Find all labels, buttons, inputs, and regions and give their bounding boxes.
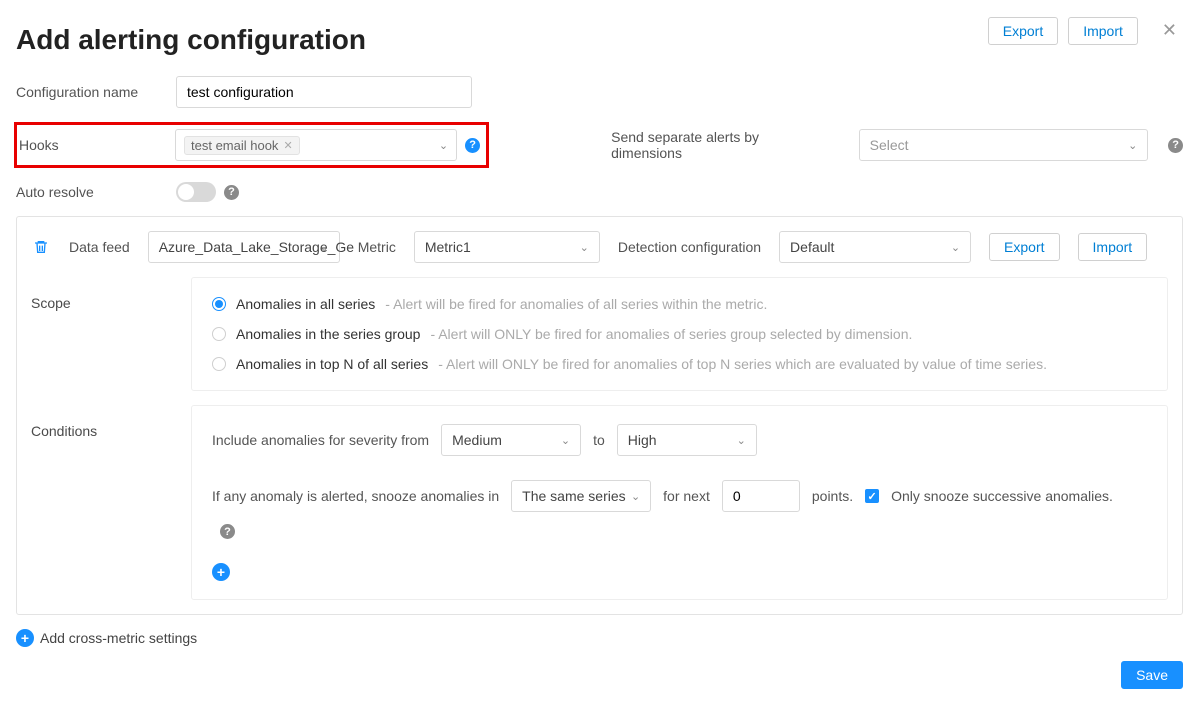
auto-resolve-toggle[interactable] (176, 182, 216, 202)
scope-option-all[interactable]: Anomalies in all series - Alert will be … (212, 296, 1147, 312)
snooze-scope-value: The same series (522, 488, 625, 504)
help-icon[interactable]: ? (220, 524, 235, 539)
chevron-down-icon: ⌄ (439, 139, 448, 152)
chevron-down-icon: ⌄ (320, 241, 329, 254)
feed-export-button[interactable]: Export (989, 233, 1059, 261)
dimensions-label: Send separate alerts by dimensions (611, 129, 828, 161)
chevron-down-icon: ⌄ (1128, 139, 1137, 152)
hooks-label: Hooks (17, 137, 175, 153)
hooks-field-highlight: Hooks test email hook ✕ ⌄ ? (14, 122, 489, 168)
scope-option-label: Anomalies in the series group (236, 326, 420, 342)
successive-checkbox[interactable]: ✓ (865, 489, 879, 503)
detection-config-select[interactable]: Default ⌄ (779, 231, 971, 263)
points-label: points. (812, 488, 853, 504)
radio-icon (212, 297, 226, 311)
close-icon[interactable]: ✕ (1156, 16, 1183, 45)
conditions-label: Conditions (31, 405, 191, 439)
help-icon[interactable]: ? (224, 185, 239, 200)
chevron-down-icon: ⌄ (631, 490, 640, 503)
add-cross-metric-label: Add cross-metric settings (40, 630, 197, 646)
snooze-points-input[interactable] (722, 480, 800, 512)
severity-from-value: Medium (452, 432, 502, 448)
severity-prefix: Include anomalies for severity from (212, 432, 429, 448)
snooze-scope-select[interactable]: The same series ⌄ (511, 480, 651, 512)
chevron-down-icon: ⌄ (580, 241, 589, 254)
scope-option-desc: - Alert will be fired for anomalies of a… (385, 296, 767, 312)
export-button[interactable]: Export (988, 17, 1058, 45)
chevron-down-icon: ⌄ (951, 241, 960, 254)
chevron-down-icon: ⌄ (561, 434, 570, 447)
scope-option-desc: - Alert will ONLY be fired for anomalies… (438, 356, 1047, 372)
metric-select[interactable]: Metric1 ⌄ (414, 231, 600, 263)
scope-option-topn[interactable]: Anomalies in top N of all series - Alert… (212, 356, 1147, 372)
data-feed-label: Data feed (69, 239, 130, 255)
dimensions-select[interactable]: Select ⌄ (859, 129, 1149, 161)
snooze-prefix: If any anomaly is alerted, snooze anomal… (212, 488, 499, 504)
import-button[interactable]: Import (1068, 17, 1138, 45)
dimensions-placeholder: Select (870, 137, 909, 153)
config-name-input[interactable] (176, 76, 472, 108)
severity-to-value: High (628, 432, 657, 448)
chevron-down-icon: ⌄ (737, 434, 746, 447)
radio-icon (212, 357, 226, 371)
hooks-multiselect[interactable]: test email hook ✕ ⌄ (175, 129, 457, 161)
scope-option-label: Anomalies in all series (236, 296, 375, 312)
hook-tag-label: test email hook (191, 138, 278, 153)
metric-value: Metric1 (425, 239, 471, 255)
scope-option-group[interactable]: Anomalies in the series group - Alert wi… (212, 326, 1147, 342)
page-title: Add alerting configuration (16, 24, 366, 56)
help-icon[interactable]: ? (1168, 138, 1183, 153)
detection-config-value: Default (790, 239, 834, 255)
config-name-label: Configuration name (16, 84, 176, 100)
scope-label: Scope (31, 277, 191, 311)
severity-to-select[interactable]: High ⌄ (617, 424, 757, 456)
save-button[interactable]: Save (1121, 661, 1183, 689)
radio-icon (212, 327, 226, 341)
config-panel: Data feed Azure_Data_Lake_Storage_Ge ⌄ M… (16, 216, 1183, 615)
to-label: to (593, 432, 605, 448)
detection-config-label: Detection configuration (618, 239, 761, 255)
help-icon[interactable]: ? (465, 138, 480, 153)
add-cross-metric-button[interactable]: + Add cross-metric settings (16, 629, 1183, 647)
hook-tag: test email hook ✕ (184, 136, 300, 155)
remove-hook-icon[interactable]: ✕ (283, 139, 292, 152)
successive-label: Only snooze successive anomalies. (891, 488, 1113, 504)
metric-label: Metric (358, 239, 396, 255)
scope-panel: Anomalies in all series - Alert will be … (191, 277, 1168, 391)
scope-option-desc: - Alert will ONLY be fired for anomalies… (430, 326, 912, 342)
auto-resolve-label: Auto resolve (16, 184, 176, 200)
scope-option-label: Anomalies in top N of all series (236, 356, 428, 372)
data-feed-select[interactable]: Azure_Data_Lake_Storage_Ge ⌄ (148, 231, 340, 263)
trash-icon[interactable] (31, 239, 51, 255)
feed-import-button[interactable]: Import (1078, 233, 1148, 261)
for-next-label: for next (663, 488, 710, 504)
conditions-panel: Include anomalies for severity from Medi… (191, 405, 1168, 600)
toggle-knob (178, 184, 194, 200)
plus-icon: + (16, 629, 34, 647)
severity-from-select[interactable]: Medium ⌄ (441, 424, 581, 456)
add-condition-button[interactable]: + (212, 563, 230, 581)
